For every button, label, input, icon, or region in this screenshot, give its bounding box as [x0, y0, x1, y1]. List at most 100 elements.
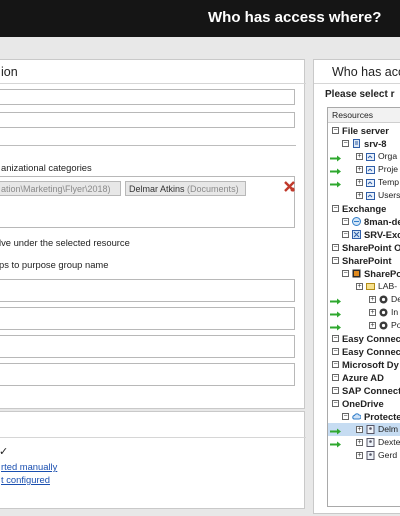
tree-row[interactable]: + Orga — [328, 150, 400, 163]
app-title-bar: Who has access where? — [0, 0, 400, 37]
tree-row[interactable]: + Users — [328, 189, 400, 202]
status-panel-divider — [0, 437, 306, 438]
tree-row[interactable]: − SharePoint O — [328, 241, 400, 254]
tree-row[interactable]: + Delm — [328, 423, 400, 436]
tree-item-label: Temp — [378, 177, 400, 187]
select-resource-prompt: Please select r — [325, 89, 395, 100]
expand-toggle-icon[interactable]: − — [342, 218, 349, 225]
tree-item-label: SharePo — [364, 268, 400, 279]
expand-toggle-icon[interactable]: − — [332, 387, 339, 394]
tree-row[interactable]: + Gerd — [328, 449, 400, 462]
tree-row[interactable]: − Exchange — [328, 202, 400, 215]
resource-tree[interactable]: Resources − File server − srv-8 + Orga + Proje +… — [327, 107, 400, 507]
tree-item-label: SAP Connect — [342, 385, 400, 396]
green-arrow-icon — [330, 166, 342, 175]
tree-item-label: Easy Connect — [342, 346, 400, 357]
settings-panel-title: ion — [1, 65, 18, 79]
expand-toggle-icon[interactable]: − — [332, 348, 339, 355]
tree-row[interactable]: + De — [328, 293, 400, 306]
category-chip-1[interactable]: ation\Marketing\Flyer\2018) — [0, 181, 121, 196]
expand-toggle-icon[interactable]: − — [342, 231, 349, 238]
expand-toggle-icon[interactable]: + — [356, 439, 363, 446]
tree-row[interactable]: − SRV-Exc — [328, 228, 400, 241]
remove-category-icon[interactable] — [284, 181, 295, 192]
tree-item-label: 8man-de — [364, 216, 400, 227]
tree-row[interactable]: + LAB- — [328, 280, 400, 293]
tree-row[interactable]: − Microsoft Dy — [328, 358, 400, 371]
input-field-2[interactable] — [0, 307, 295, 330]
tree-item-label: Gerd — [378, 450, 398, 460]
expand-toggle-icon[interactable]: − — [332, 361, 339, 368]
tree-item-label: Users — [378, 190, 400, 200]
tree-row[interactable]: + Dexte — [328, 436, 400, 449]
tree-row[interactable]: − Easy Connect — [328, 332, 400, 345]
tree-row[interactable]: − 8man-de — [328, 215, 400, 228]
green-arrow-icon — [330, 179, 342, 188]
tree-item-label: Orga — [378, 151, 398, 161]
description-field[interactable] — [0, 112, 295, 128]
expand-toggle-icon[interactable]: − — [332, 374, 339, 381]
tree-row[interactable]: − OneDrive — [328, 397, 400, 410]
green-arrow-icon — [330, 439, 342, 448]
sharepoint-site-icon — [379, 321, 388, 330]
tree-row[interactable]: − Azure AD — [328, 371, 400, 384]
input-field-3[interactable] — [0, 335, 295, 358]
share-folder-icon — [366, 152, 375, 161]
category-chip-2[interactable]: Delmar Atkins (Documents) — [125, 181, 246, 196]
expand-toggle-icon[interactable]: + — [369, 322, 376, 329]
tree-row[interactable]: − Protecte — [328, 410, 400, 423]
name-field[interactable] — [0, 89, 295, 105]
share-folder-icon — [366, 165, 375, 174]
tree-row[interactable]: + Proje — [328, 163, 400, 176]
expand-toggle-icon[interactable]: + — [356, 426, 363, 433]
purpose-group-option-label[interactable]: ps to purpose group name — [0, 259, 108, 271]
tree-row[interactable]: − SharePo — [328, 267, 400, 280]
user-drive-icon — [366, 425, 375, 434]
tree-row[interactable]: − File server — [328, 124, 400, 137]
expand-toggle-icon[interactable]: + — [356, 192, 363, 199]
expand-toggle-icon[interactable]: − — [332, 205, 339, 212]
sharepoint-site-icon — [379, 295, 388, 304]
expand-toggle-icon[interactable]: + — [369, 296, 376, 303]
green-arrow-icon — [330, 296, 342, 305]
input-field-4[interactable] — [0, 363, 295, 386]
expand-toggle-icon[interactable]: + — [356, 283, 363, 290]
tree-row[interactable]: − srv-8 — [328, 137, 400, 150]
tree-item-label: Dexte — [378, 437, 400, 447]
expand-toggle-icon[interactable]: − — [332, 400, 339, 407]
resources-column-header: Resources — [328, 108, 400, 123]
tree-item-label: Azure AD — [342, 372, 384, 383]
expand-toggle-icon[interactable]: − — [342, 270, 349, 277]
green-arrow-icon — [330, 426, 342, 435]
expand-toggle-icon[interactable]: − — [332, 335, 339, 342]
expand-toggle-icon[interactable]: + — [356, 166, 363, 173]
exchange-server-icon — [352, 230, 361, 239]
share-folder-icon — [366, 191, 375, 200]
imported-manually-link[interactable]: rted manually — [1, 461, 57, 472]
tree-row[interactable]: + Po — [328, 319, 400, 332]
app-title: Who has access where? — [208, 9, 382, 26]
cloud-icon — [352, 412, 362, 421]
tree-item-label: Protecte — [364, 411, 400, 422]
expand-toggle-icon[interactable]: − — [342, 140, 349, 147]
expand-toggle-icon[interactable]: + — [369, 309, 376, 316]
expand-toggle-icon[interactable]: − — [342, 413, 349, 420]
expand-toggle-icon[interactable]: − — [332, 244, 339, 251]
tree-row[interactable]: − Easy Connect — [328, 345, 400, 358]
expand-toggle-icon[interactable]: − — [332, 127, 339, 134]
not-configured-link[interactable]: t configured — [1, 474, 50, 485]
tree-row[interactable]: − SharePoint — [328, 254, 400, 267]
exchange-icon — [352, 217, 361, 226]
expand-toggle-icon[interactable]: + — [356, 452, 363, 459]
expand-toggle-icon[interactable]: + — [356, 153, 363, 160]
expand-toggle-icon[interactable]: + — [356, 179, 363, 186]
tree-item-label: Microsoft Dy — [342, 359, 399, 370]
tree-row[interactable]: − SAP Connect — [328, 384, 400, 397]
tree-row[interactable]: + In — [328, 306, 400, 319]
resolve-option-label[interactable]: lve under the selected resource — [0, 237, 130, 249]
settings-panel: ion anizational categories lve under the… — [0, 59, 306, 409]
tree-row[interactable]: + Temp — [328, 176, 400, 189]
expand-toggle-icon[interactable]: − — [332, 257, 339, 264]
input-field-1[interactable] — [0, 279, 295, 302]
tree-item-label: srv-8 — [364, 138, 387, 149]
